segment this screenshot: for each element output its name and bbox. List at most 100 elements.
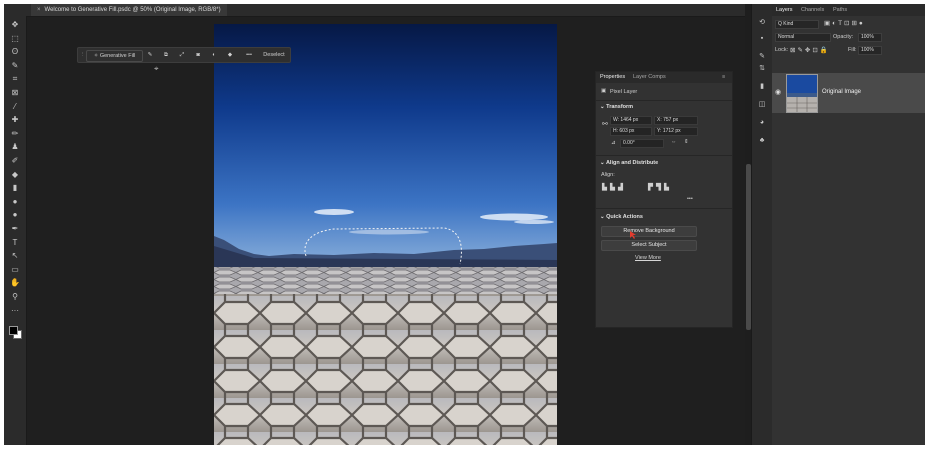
dodge-tool-icon[interactable]: ● xyxy=(8,209,22,220)
panel-menu-icon[interactable]: ≡ xyxy=(722,72,725,83)
more-tools-icon[interactable]: ··· xyxy=(8,305,22,316)
y-value: 1712 px xyxy=(662,128,681,134)
height-value: 603 px xyxy=(619,128,635,134)
rectangle-tool-icon[interactable]: ▭ xyxy=(8,264,22,275)
align-top-icon[interactable]: ▛▜▙ xyxy=(648,183,672,191)
libraries-icon[interactable]: ▮ xyxy=(756,82,768,92)
layer-kind-filter[interactable]: Q Kind xyxy=(775,20,819,29)
properties-icon[interactable]: ◫ xyxy=(756,100,768,110)
opacity-field[interactable]: 100% xyxy=(858,33,882,42)
height-field[interactable]: H: 603 px xyxy=(610,127,652,136)
link-icon[interactable]: ⚯ xyxy=(602,120,608,128)
path-selection-tool-icon[interactable]: ↖ xyxy=(8,250,22,261)
align-more-icon[interactable]: ••• xyxy=(687,196,693,202)
eyedropper-tool-icon[interactable]: ⁄ xyxy=(8,101,22,112)
mouse-cursor-icon: ⌖ xyxy=(154,64,159,73)
divider xyxy=(596,100,732,101)
history-brush-tool-icon[interactable]: ✐ xyxy=(8,155,22,166)
pen-tool-icon[interactable]: ✒ xyxy=(8,223,22,234)
contextual-task-bar: ⋮ ✧ Generative Fill ✎ ⧉ ⤢ ◙ ◐ ◆ ••• Dese… xyxy=(77,47,291,63)
close-tab-icon[interactable]: × xyxy=(37,7,41,13)
quick-actions-section-title[interactable]: ⌄ Quick Actions xyxy=(600,214,643,220)
blur-tool-icon[interactable]: ● xyxy=(8,196,22,207)
hand-tool-icon[interactable]: ✋ xyxy=(8,277,22,288)
foreground-background-color-icon[interactable] xyxy=(9,326,22,339)
divider xyxy=(596,208,732,209)
clone-stamp-tool-icon[interactable]: ♟ xyxy=(8,141,22,152)
blend-mode-select[interactable]: Normal xyxy=(775,33,831,42)
frame-tool-icon[interactable]: ⊠ xyxy=(8,87,22,98)
swatches-icon[interactable]: ♣ xyxy=(756,136,768,146)
lasso-tool-icon[interactable]: ʘ xyxy=(8,46,22,57)
tab-properties[interactable]: Properties xyxy=(600,72,625,83)
invert-selection-icon[interactable]: ◐ xyxy=(208,48,220,62)
canvas-image[interactable] xyxy=(214,24,557,445)
document-tab-title: Welcome to Generative Fill.psdc @ 50% (O… xyxy=(44,7,221,13)
brush-tool-icon[interactable]: ✏ xyxy=(8,128,22,139)
move-tool-icon[interactable]: ✥ xyxy=(8,19,22,30)
properties-panel: Properties Layer Comps ≡ ▣ Pixel Layer ⌄… xyxy=(595,71,733,328)
mask-icon[interactable]: ◙ xyxy=(192,48,204,62)
properties-panel-header: Properties Layer Comps ≡ xyxy=(596,72,732,83)
select-subject-icon[interactable]: ⧉ xyxy=(160,48,172,62)
tab-layer-comps[interactable]: Layer Comps xyxy=(633,72,666,83)
width-field[interactable]: W: 1464 px xyxy=(610,116,652,125)
zoom-tool-icon[interactable]: ⚲ xyxy=(8,291,22,302)
align-label: Align: xyxy=(601,172,615,178)
flip-horizontal-icon[interactable]: ⇔ xyxy=(671,139,677,145)
align-section-title[interactable]: ⌄ Align and Distribute xyxy=(600,160,658,166)
lock-icons[interactable]: ⊠✎✥⊡🔒 xyxy=(790,46,830,54)
fill-field[interactable]: 100% xyxy=(858,46,882,55)
generative-fill-button[interactable]: ✧ Generative Fill xyxy=(86,50,143,62)
comments-icon[interactable]: ▪ xyxy=(756,34,768,44)
deselect-button[interactable]: Deselect xyxy=(260,48,288,62)
tab-channels[interactable]: Channels xyxy=(801,4,824,16)
quick-selection-tool-icon[interactable]: ✎ xyxy=(8,60,22,71)
layer-kind-label: Pixel Layer xyxy=(610,89,638,95)
fill-label: Fill: xyxy=(848,47,857,53)
y-field[interactable]: Y: 1712 px xyxy=(654,127,698,136)
brush-select-icon[interactable]: ✎ xyxy=(144,48,156,62)
x-field[interactable]: X: 757 px xyxy=(654,116,698,125)
crop-tool-icon[interactable]: ⌗ xyxy=(8,73,22,84)
blend-mode-value: Normal xyxy=(778,34,795,40)
transform-selection-icon[interactable]: ⤢ xyxy=(176,48,188,62)
type-tool-icon[interactable]: T xyxy=(8,237,22,248)
visibility-eye-icon[interactable]: ◉ xyxy=(775,88,781,96)
transform-title: Transform xyxy=(606,104,634,110)
artboard-tool-icon[interactable]: ⬚ xyxy=(8,33,22,44)
quick-actions-title: Quick Actions xyxy=(606,214,643,220)
drag-handle-icon[interactable]: ⋮ xyxy=(80,48,86,62)
remove-background-button[interactable]: Remove Background xyxy=(601,226,697,237)
photoshop-window: × Welcome to Generative Fill.psdc @ 50% (… xyxy=(4,4,925,445)
angle-field[interactable]: 0.00° xyxy=(620,139,664,148)
healing-brush-tool-icon[interactable]: ✚ xyxy=(8,114,22,125)
eraser-tool-icon[interactable]: ◆ xyxy=(8,169,22,180)
color-icon[interactable]: ◕ xyxy=(756,118,768,128)
align-left-icon[interactable]: ▙▙▟ xyxy=(602,183,626,191)
gradient-tool-icon[interactable]: ▮ xyxy=(8,182,22,193)
layer-name[interactable]: Original Image xyxy=(822,89,861,95)
x-value: 757 px xyxy=(663,117,679,123)
tab-paths[interactable]: Paths xyxy=(833,4,847,16)
canvas-area[interactable]: ⋮ ✧ Generative Fill ✎ ⧉ ⤢ ◙ ◐ ◆ ••• Dese… xyxy=(27,17,745,445)
view-more-link[interactable]: View More xyxy=(635,255,661,261)
opacity-label: Opacity: xyxy=(833,34,854,40)
transform-section-title[interactable]: ⌄ Transform xyxy=(600,104,633,110)
select-subject-button[interactable]: Select Subject xyxy=(601,240,697,251)
more-options-icon[interactable]: ••• xyxy=(242,48,256,62)
width-value: 1464 px xyxy=(620,117,639,123)
panel-icon-strip: ⟲ ▪ ✎ ⇅ ▮ ◫ ◕ ♣ xyxy=(751,4,773,445)
flip-vertical-icon[interactable]: ⇕ xyxy=(684,139,689,145)
layer-filter-icons[interactable]: ▣◐T⊡⊞● xyxy=(824,19,865,27)
pixel-layer-icon: ▣ xyxy=(601,88,607,94)
tab-layers[interactable]: Layers xyxy=(776,4,793,16)
document-tab[interactable]: × Welcome to Generative Fill.psdc @ 50% (… xyxy=(31,4,227,16)
width-label: W: xyxy=(613,117,620,123)
history-icon[interactable]: ⟲ xyxy=(756,18,768,28)
adjustments-icon[interactable]: ⇅ xyxy=(756,64,768,74)
divider xyxy=(596,155,732,156)
fill-selection-icon[interactable]: ◆ xyxy=(224,48,236,62)
layer-row[interactable]: ◉ Original Image xyxy=(772,73,925,113)
brush-settings-icon[interactable]: ✎ xyxy=(756,52,768,62)
